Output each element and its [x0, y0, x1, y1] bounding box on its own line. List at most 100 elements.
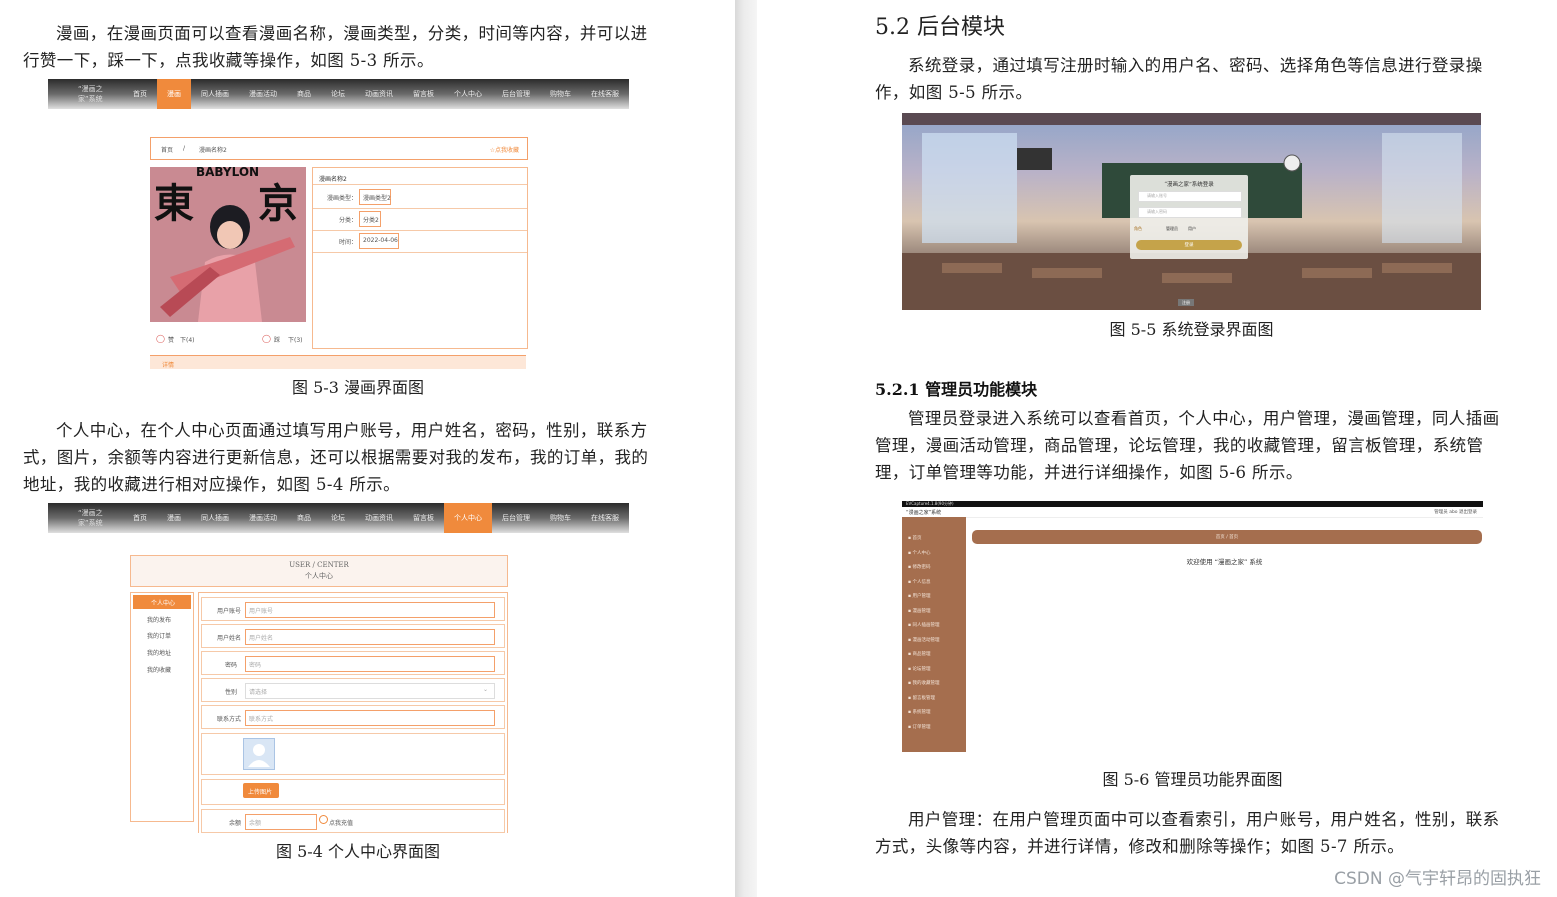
- admin-sidebar-item[interactable]: ▪ 留言板管理: [908, 695, 935, 701]
- admin-sidebar-item[interactable]: ▪ 论坛管理: [908, 666, 930, 672]
- admin-sidebar-item[interactable]: ▪ 修改密码: [908, 564, 930, 570]
- nav-item[interactable]: 留言板: [403, 79, 444, 109]
- upload-image-button[interactable]: 上传图片: [243, 783, 279, 798]
- breadcrumb-sep: /: [183, 145, 186, 152]
- admin-sidebar-item[interactable]: ▪ 系统管理: [908, 709, 930, 715]
- like-count: 下(4): [180, 337, 195, 344]
- login-button[interactable]: 登录: [1136, 240, 1242, 250]
- nav-item[interactable]: 论坛: [321, 79, 355, 109]
- user-avatar-icon: [248, 744, 270, 767]
- user-center-header: USER / CENTER 个人中心: [130, 555, 508, 587]
- menu-item[interactable]: 我的发布: [147, 615, 171, 624]
- header-en: USER / CENTER: [289, 561, 349, 569]
- info-value: 2022-04-06: [363, 237, 398, 244]
- avatar-placeholder: [243, 738, 275, 770]
- nav-item[interactable]: 论坛: [321, 503, 355, 533]
- nav-item[interactable]: 个人中心: [444, 79, 492, 109]
- gender-select[interactable]: [245, 683, 495, 699]
- nav-item[interactable]: 购物车: [540, 79, 581, 109]
- figure-5-6-screenshot: EVCapture4.1.8(90分钟) “漫画之家”系统 管理员 abo 退出…: [902, 501, 1483, 752]
- menu-item-active[interactable]: 个人中心: [151, 598, 175, 607]
- nav-item[interactable]: 同人插画: [191, 503, 239, 533]
- role-option-admin[interactable]: 管理员: [1166, 226, 1178, 232]
- info-label: 时间：: [339, 239, 358, 246]
- admin-sidebar-item[interactable]: ▪ 首页: [908, 535, 921, 541]
- recharge-radio[interactable]: [319, 815, 328, 824]
- figure-5-4-screenshot: “漫画之家”系统 首页 漫画 同人插画 漫画活动 商品 论坛 动画资讯 留言板 …: [48, 503, 629, 833]
- comic-title: 漫画名称2: [319, 176, 347, 183]
- favorite-button[interactable]: ☆点我收藏: [490, 145, 519, 154]
- figure-5-5-caption: 图 5-5 系统登录界面图: [1109, 320, 1274, 339]
- detail-tab-bar: 详情: [150, 355, 526, 369]
- page-gutter: [735, 0, 757, 897]
- nav-item[interactable]: 首页: [123, 79, 157, 109]
- section-heading: 5.2 后台模块: [875, 15, 1005, 40]
- field-placeholder: 用户姓名: [249, 635, 274, 642]
- admin-sidebar-item[interactable]: ▪ 我的收藏管理: [908, 680, 939, 686]
- admin-sidebar-item[interactable]: ▪ 个人中心: [908, 550, 930, 556]
- admin-user-info[interactable]: 管理员 abo 退出登录: [1434, 509, 1477, 515]
- upload-label: 上传图片: [248, 789, 273, 796]
- admin-sidebar-item[interactable]: ▪ 订单管理: [908, 724, 930, 730]
- admin-sidebar-item[interactable]: ▪ 商品管理: [908, 651, 930, 657]
- menu-item[interactable]: 我的地址: [147, 648, 171, 657]
- name-input[interactable]: [245, 629, 495, 645]
- admin-sidebar-item[interactable]: ▪ 同人插画管理: [908, 622, 939, 628]
- user-center-menu: 个人中心 我的发布 我的订单 我的地址 我的收藏: [130, 592, 194, 822]
- password-placeholder: 请输入密码: [1147, 209, 1167, 214]
- like-label: 赞: [168, 337, 175, 344]
- user-form-panel: 用户账号 用户账号 用户姓名 用户姓名 密码 密码 性别 请选择 ⌄ 联系方式 …: [198, 592, 508, 833]
- login-button-label: 登录: [1184, 243, 1194, 248]
- nav-item[interactable]: 购物车: [540, 503, 581, 533]
- thumbs-up-icon[interactable]: ◯: [156, 334, 165, 343]
- nav-item[interactable]: 首页: [123, 503, 157, 533]
- breadcrumb-home[interactable]: 首页: [161, 145, 173, 154]
- register-button[interactable]: 注册: [1178, 299, 1194, 306]
- figure-5-4-caption: 图 5-4 个人中心界面图: [276, 842, 440, 861]
- admin-sidebar-item[interactable]: ▪ 个人信息: [908, 579, 930, 585]
- nav-item[interactable]: 后台管理: [492, 79, 540, 109]
- nav-item[interactable]: 漫画活动: [239, 503, 287, 533]
- phone-input[interactable]: [245, 710, 495, 726]
- nav-item[interactable]: 在线客服: [581, 79, 629, 109]
- nav-item[interactable]: 动画资讯: [355, 503, 403, 533]
- nav-item[interactable]: 留言板: [403, 503, 444, 533]
- username-input[interactable]: 请输入账号: [1138, 191, 1242, 202]
- comic-info-panel: 漫画名称2 漫画类型： 漫画类型2 分类： 分类2 时间： 2022-04-06: [312, 167, 528, 349]
- admin-sidebar-item[interactable]: ▪ 用户管理: [908, 593, 930, 599]
- nav-item[interactable]: 商品: [287, 79, 321, 109]
- cover-illustration: [160, 205, 295, 322]
- nav-item[interactable]: 动画资讯: [355, 79, 403, 109]
- recharge-label[interactable]: 点我充值: [329, 818, 353, 827]
- detail-tab[interactable]: 详情: [162, 360, 174, 369]
- nav-item[interactable]: 后台管理: [492, 503, 540, 533]
- password-input[interactable]: [245, 656, 495, 672]
- admin-sidebar-item[interactable]: ▪ 漫画管理: [908, 608, 930, 614]
- left-page: 漫画，在漫画页面可以查看漫画名称，漫画类型，分类，时间等内容，并可以进行赞一下，…: [0, 0, 735, 897]
- password-input[interactable]: 请输入密码: [1138, 207, 1242, 218]
- role-option-user[interactable]: 用户: [1188, 226, 1196, 232]
- admin-breadcrumb: 首页 / 首页: [972, 530, 1482, 544]
- nav-item[interactable]: 在线客服: [581, 503, 629, 533]
- menu-item[interactable]: 我的订单: [147, 631, 171, 640]
- field-label: 用户姓名: [217, 635, 242, 642]
- nav-item[interactable]: 同人插画: [191, 79, 239, 109]
- admin-header: “漫画之家”系统 管理员 abo 退出登录: [902, 507, 1483, 518]
- thumbs-down-icon[interactable]: ◯: [262, 334, 271, 343]
- header-cn: 个人中心: [305, 572, 333, 580]
- nav-item[interactable]: 商品: [287, 503, 321, 533]
- welcome-text: 欢迎使用 “漫画之家” 系统: [1186, 558, 1263, 566]
- paragraph-admin: 管理员登录进入系统可以查看首页，个人中心，用户管理，漫画管理，同人插画管理，漫画…: [875, 409, 1500, 482]
- account-input[interactable]: [245, 602, 495, 618]
- right-page: 5.2 后台模块 系统登录，通过填写注册时输入的用户名、密码、选择角色等信息进行…: [757, 0, 1557, 897]
- nav-item-active[interactable]: 漫画: [157, 79, 191, 109]
- nav-item[interactable]: 漫画活动: [239, 79, 287, 109]
- paragraph-comic: 漫画，在漫画页面可以查看漫画名称，漫画类型，分类，时间等内容，并可以进行赞一下，…: [23, 24, 648, 70]
- breadcrumb-current: 漫画名称2: [199, 147, 227, 154]
- nav-item-active[interactable]: 个人中心: [444, 503, 492, 533]
- dislike-count: 下(3): [288, 337, 303, 344]
- admin-sidebar-item[interactable]: ▪ 漫画活动管理: [908, 637, 939, 643]
- menu-item[interactable]: 我的收藏: [147, 665, 171, 674]
- paragraph-user-center: 个人中心，在个人中心页面通过填写用户账号，用户姓名，密码，性别，联系方式，图片，…: [23, 421, 649, 494]
- nav-item[interactable]: 漫画: [157, 503, 191, 533]
